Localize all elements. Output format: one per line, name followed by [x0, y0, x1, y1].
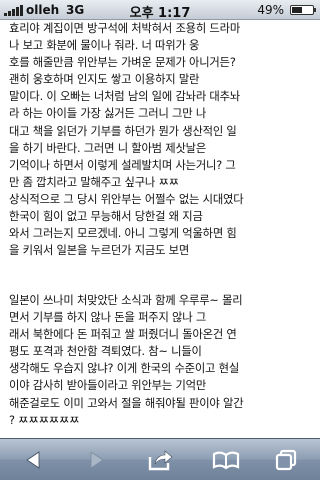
pages-button[interactable] — [266, 447, 306, 473]
bookmarks-button[interactable] — [206, 447, 246, 473]
back-button[interactable] — [14, 447, 54, 473]
article-line: 한국이 힘이 없고 무능해서 당한걸 왜 지금 — [9, 210, 203, 224]
article-line: 호를 해줄만큼 위안부는 가벼운 문제가 아니거든? — [9, 56, 236, 70]
browser-toolbar — [0, 438, 320, 480]
article-line: 만 좀 깝치라고 말해주고 싶구나 ㅉㅉ — [9, 175, 179, 189]
article-line: 상식적으로 그 당시 위안부는 어쩔수 없는 시대였다 — [9, 192, 244, 206]
battery-level-fill — [292, 7, 302, 13]
article-paragraph-1: 효리야 계집이면 방구석에 처박혀서 조용히 드라마나 보고 화분에 물이나 줘… — [9, 20, 313, 259]
share-icon — [148, 450, 173, 471]
article-line: 을 하기 바란다. 그러면 니 할아범 제삿날은 — [9, 141, 207, 155]
article-line: 효리야 계집이면 방구석에 처박혀서 조용히 드라마 — [9, 22, 241, 35]
bookmarks-icon — [212, 451, 240, 470]
article-line: 생각해도 우습지 않냐? 이게 한국의 수준이고 현실 — [9, 362, 240, 376]
battery-percentage: 49% — [257, 3, 284, 17]
article-line: 평도 포격과 천안함 격퇴였다. 참~ 니들이 — [9, 345, 202, 359]
article-line: 기억이나 하면서 이렇게 설레발치며 사는거니? 그 — [9, 158, 236, 172]
article-line: 이야 감사히 받아들이라고 위안부는 기억만 — [9, 379, 207, 393]
article-line: 면서 기부를 하지 않나 돈을 퍼주지 않나 그 — [9, 311, 207, 325]
status-bar: olleh 3G 오후 1:17 49% — [0, 0, 320, 21]
forward-button[interactable] — [76, 447, 116, 473]
article-line: 해준걸로도 이미 고와서 절을 해줘야될 판이야 알간 — [9, 396, 244, 410]
page-content[interactable]: 효리야 계집이면 방구석에 처박혀서 조용히 드라마나 보고 화분에 물이나 줘… — [0, 20, 320, 438]
article-paragraph-2: 일본이 쓰나미 처맞았단 소식과 함께 우루루~ 몰리면서 기부를 하지 않나 … — [9, 292, 313, 429]
article-line: 라 하는 아이들 가장 싫거든 그러니 그만 나 — [9, 107, 207, 121]
battery-icon — [290, 5, 316, 15]
article-line: ? ㅉㅉㅉㅉㅉㅉ — [9, 413, 80, 427]
article-line: 말이다. 이 오빠는 너처럼 남의 일에 감놔라 대추놔 — [9, 90, 240, 104]
back-arrow-icon — [26, 451, 40, 469]
share-button[interactable] — [140, 447, 180, 473]
pages-icon — [275, 449, 297, 471]
article-line: 래서 북한에다 돈 퍼줘고 쌀 퍼줬더니 돌아온건 연 — [9, 328, 237, 342]
article-line: 일본이 쓰나미 처맞았단 소식과 함께 우루루~ 몰리 — [9, 294, 243, 307]
article-line: 을 키워서 일본을 누르던가 지금도 보면 — [9, 244, 190, 258]
forward-arrow-icon — [90, 451, 104, 469]
article-line: 와서 그러는지 모르겠네. 아니 그렇게 억울하면 힘 — [9, 227, 237, 241]
article-line: 괜히 웅호하며 인지도 쌓고 이용하지 말란 — [9, 73, 200, 87]
article-line: 대고 책을 읽던가 기부를 하던가 뭔가 생산적인 일 — [9, 124, 237, 138]
article-line: 나 보고 화분에 물이나 줘라. 너 따위가 웅 — [9, 39, 200, 53]
